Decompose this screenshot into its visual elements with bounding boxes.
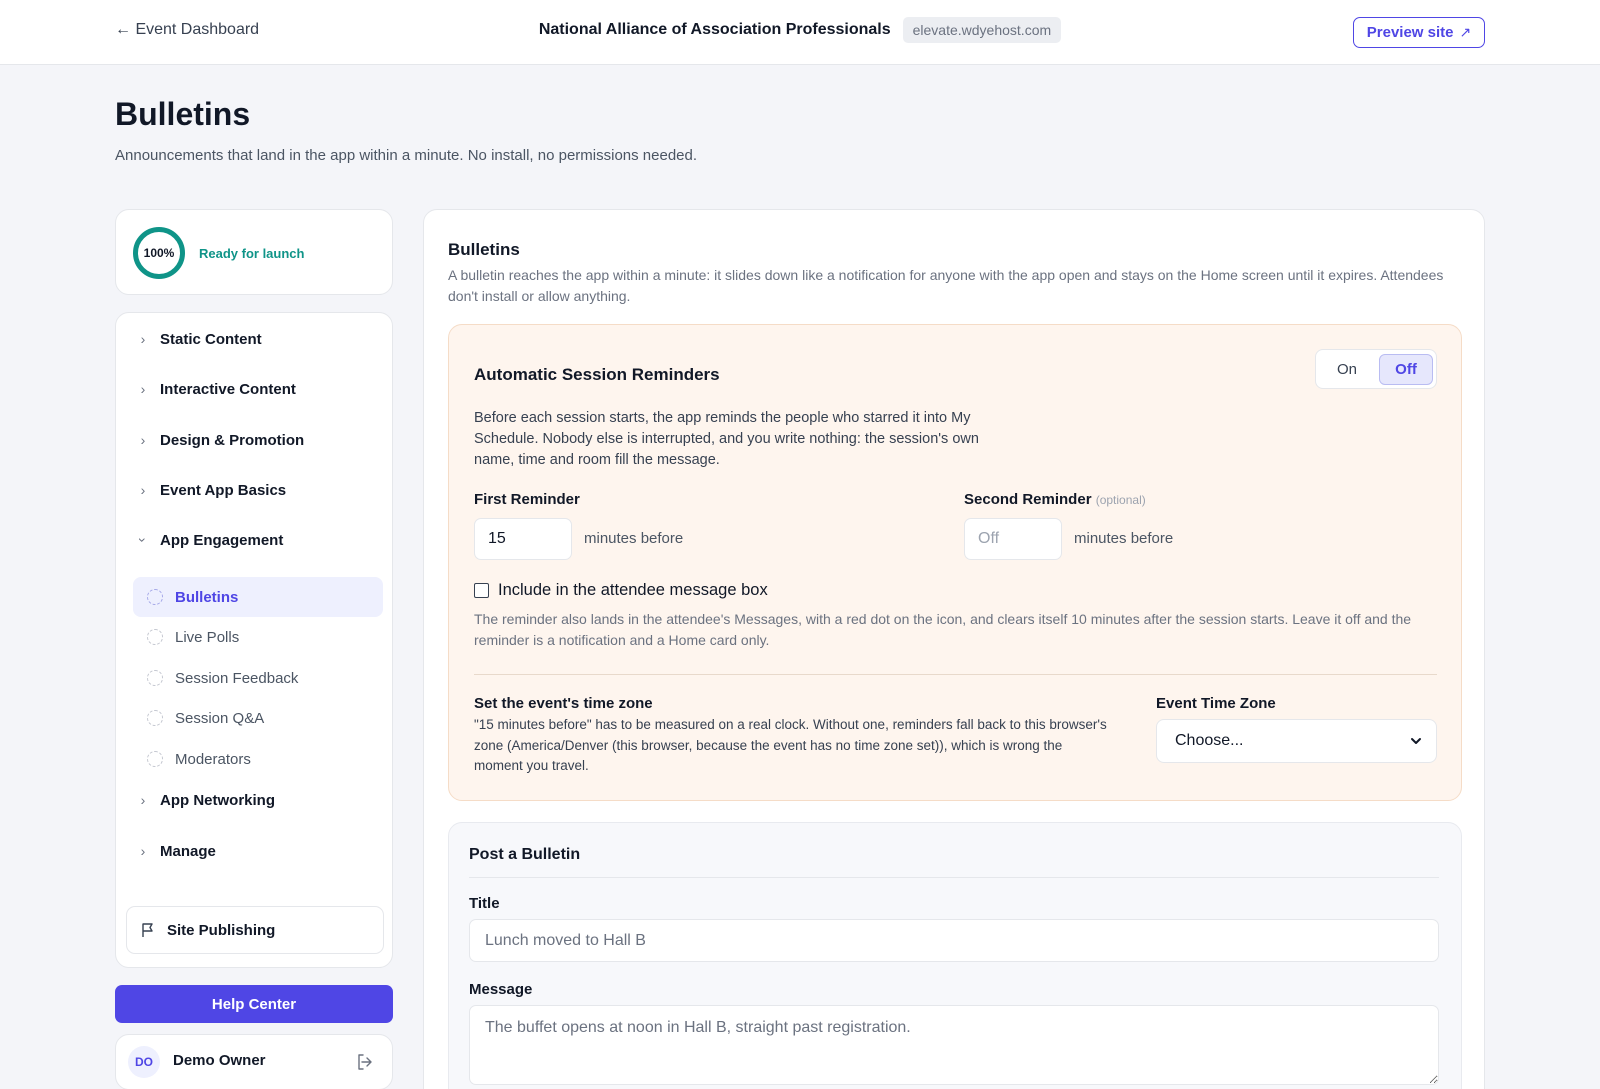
message-field-label: Message <box>469 981 533 998</box>
toggle-on-button[interactable]: On <box>1320 354 1374 385</box>
include-message-box-checkbox[interactable] <box>474 583 489 598</box>
include-message-box-row[interactable]: Include in the attendee message box <box>474 581 768 600</box>
page-subtitle: Announcements that land in the app withi… <box>115 147 698 164</box>
sidebar-item-static-content[interactable]: › Static Content <box>138 327 262 351</box>
divider <box>469 877 1439 878</box>
sidebar-item-label: Event App Basics <box>160 481 287 499</box>
host-chip: elevate.wdyehost.com <box>902 17 1062 43</box>
post-bulletin-form: Post a Bulletin Title Message <box>448 822 1462 1089</box>
sidebar-item-label: Interactive Content <box>160 380 296 398</box>
event-timezone-select[interactable]: Choose... <box>1156 719 1437 763</box>
flag-icon <box>142 923 153 937</box>
session-reminders-box: Automatic Session Reminders On Off Befor… <box>448 324 1462 801</box>
sidebar-item-label: App Engagement <box>160 531 284 549</box>
section-title: Bulletins <box>448 240 520 259</box>
include-message-box-description: The reminder also lands in the attendee'… <box>474 611 1412 648</box>
sidebar-item-label: Design & Promotion <box>160 431 305 449</box>
sidebar-item-label: Moderators <box>175 750 251 768</box>
top-bar: ← Event Dashboard National Alliance of A… <box>0 0 1600 65</box>
sidebar-nav: › Static Content › Interactive Content ›… <box>115 312 393 968</box>
second-reminder-input[interactable] <box>964 518 1062 560</box>
sidebar-item-label: Session Q&A <box>175 709 265 727</box>
event-timezone-label: Event Time Zone <box>1156 695 1276 712</box>
site-publishing-label: Site Publishing <box>167 921 276 939</box>
status-circle-icon <box>147 670 163 686</box>
first-reminder-unit: minutes before <box>584 530 684 547</box>
sidebar-item-session-qa[interactable]: Session Q&A <box>133 698 383 738</box>
sidebar-item-label: App Networking <box>160 791 275 809</box>
sidebar-item-manage[interactable]: › Manage <box>138 839 216 863</box>
second-reminder-unit: minutes before <box>1074 530 1174 547</box>
status-circle-icon <box>147 629 163 645</box>
sidebar-item-session-feedback[interactable]: Session Feedback <box>133 658 383 698</box>
site-publishing-button[interactable]: Site Publishing <box>126 906 384 954</box>
sidebar-item-bulletins[interactable]: Bulletins <box>133 577 383 617</box>
bulletins-panel: Bulletins A bulletin reaches the app wit… <box>423 209 1485 1089</box>
sidebar-item-label: Manage <box>160 842 216 860</box>
sidebar-item-live-polls[interactable]: Live Polls <box>133 617 383 657</box>
chevron-down-icon <box>1411 738 1421 744</box>
chevron-right-icon: › <box>140 792 146 808</box>
user-card: DO Demo Owner <box>115 1034 393 1089</box>
reminders-title: Automatic Session Reminders <box>474 365 720 384</box>
chevron-right-icon: › <box>140 381 146 397</box>
sidebar-item-label: Live Polls <box>175 628 240 646</box>
status-circle-icon <box>147 589 163 605</box>
sidebar-item-design-promotion[interactable]: › Design & Promotion <box>138 428 305 452</box>
help-center-button[interactable]: Help Center <box>115 985 393 1023</box>
second-reminder-label: Second Reminder (optional) <box>964 491 1146 508</box>
launch-status-label: Ready for launch <box>199 246 305 261</box>
sidebar-item-label: Static Content <box>160 330 262 348</box>
sidebar-item-moderators[interactable]: Moderators <box>133 739 383 779</box>
status-circle-icon <box>147 751 163 767</box>
progress-percent: 100% <box>143 246 175 260</box>
optional-hint: (optional) <box>1095 493 1146 507</box>
timezone-selected-value: Choose... <box>1175 732 1244 749</box>
sidebar-item-label: Session Feedback <box>175 669 299 687</box>
sidebar-item-app-networking[interactable]: › App Networking <box>138 788 275 812</box>
divider <box>474 674 1437 675</box>
launch-status-card: 100% Ready for launch <box>115 209 393 295</box>
first-reminder-label: First Reminder <box>474 491 580 508</box>
avatar: DO <box>128 1046 160 1078</box>
reminders-description: Before each session starts, the app remi… <box>474 410 979 468</box>
sidebar-item-event-app-basics[interactable]: › Event App Basics <box>138 478 287 502</box>
title-field-label: Title <box>469 895 500 912</box>
chevron-right-icon: › <box>140 432 146 448</box>
reminders-toggle: On Off <box>1315 349 1437 389</box>
section-description: A bulletin reaches the app within a minu… <box>448 267 1444 304</box>
org-name: National Alliance of Association Profess… <box>538 21 891 38</box>
chevron-right-icon: › <box>140 843 146 859</box>
timezone-title: Set the event's time zone <box>474 695 653 712</box>
sidebar-item-interactive-content[interactable]: › Interactive Content <box>138 377 296 401</box>
preview-site-button[interactable]: Preview site ↗ <box>1353 17 1485 48</box>
chevron-right-icon: › <box>140 331 146 347</box>
bulletin-title-input[interactable] <box>469 919 1439 962</box>
sidebar-item-app-engagement[interactable]: › App Engagement <box>135 528 284 552</box>
second-reminder-label-text: Second Reminder <box>964 491 1092 508</box>
first-reminder-input[interactable] <box>474 518 572 560</box>
external-link-icon: ↗ <box>1459 24 1472 40</box>
page-title: Bulletins <box>115 96 251 132</box>
progress-ring: 100% <box>133 227 185 279</box>
user-name: Demo Owner <box>173 1052 266 1069</box>
timezone-description: "15 minutes before" has to be measured o… <box>474 717 1107 773</box>
toggle-off-button[interactable]: Off <box>1379 354 1433 385</box>
logout-icon[interactable] <box>356 1053 374 1071</box>
post-bulletin-title: Post a Bulletin <box>469 846 581 863</box>
preview-site-label: Preview site <box>1366 24 1454 41</box>
sidebar-item-label: Bulletins <box>175 588 239 606</box>
status-circle-icon <box>147 710 163 726</box>
chevron-down-icon: › <box>135 537 151 543</box>
include-message-box-label: Include in the attendee message box <box>498 581 768 599</box>
bulletin-message-input[interactable] <box>469 1005 1439 1085</box>
chevron-right-icon: › <box>140 482 146 498</box>
